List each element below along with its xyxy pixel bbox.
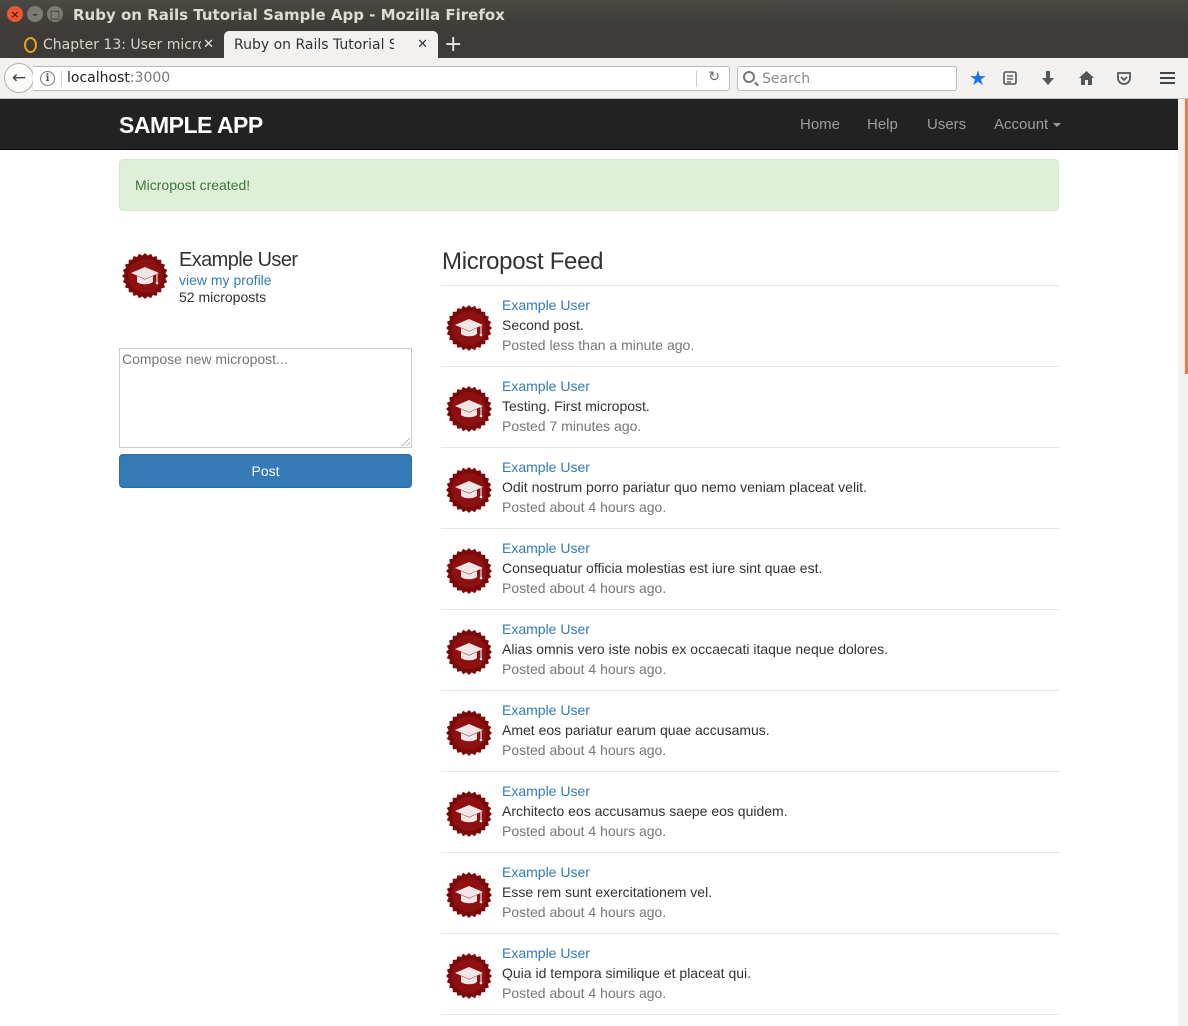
feed-item-timestamp: Posted 7 minutes ago. bbox=[502, 418, 642, 434]
gravatar-icon[interactable] bbox=[444, 708, 494, 758]
vertical-scrollbar[interactable] bbox=[1178, 99, 1188, 1026]
tab-close-icon[interactable]: ✕ bbox=[203, 37, 214, 52]
url-separator bbox=[696, 71, 697, 87]
reading-list-icon[interactable] bbox=[999, 67, 1021, 89]
feed-item-content: Esse rem sunt exercitationem vel. bbox=[502, 884, 713, 900]
micropost-feed: Example User Second post. Posted less than… bbox=[441, 286, 1059, 1015]
info-icon[interactable]: i bbox=[40, 71, 55, 86]
gravatar-icon[interactable] bbox=[444, 546, 494, 596]
feed-item: Example User Amet eos pariatur earum quae… bbox=[441, 691, 1059, 772]
gravatar-icon[interactable] bbox=[444, 384, 494, 434]
bookmark-star-icon[interactable]: ★ bbox=[967, 66, 989, 90]
window-maximize-button[interactable]: □ bbox=[47, 6, 63, 22]
feed-item-content: Second post. bbox=[502, 317, 584, 333]
gravatar-icon[interactable] bbox=[120, 251, 170, 301]
feed-item-timestamp: Posted about 4 hours ago. bbox=[502, 661, 667, 677]
gravatar-icon[interactable] bbox=[444, 627, 494, 677]
gravatar-icon[interactable] bbox=[444, 870, 494, 920]
browser-toolbar: ← i localhost:3000 ↻ Search ★ bbox=[0, 58, 1188, 99]
micropost-count: 52 microposts bbox=[179, 289, 267, 305]
feed-item-timestamp: Posted about 4 hours ago. bbox=[502, 823, 667, 839]
home-icon[interactable] bbox=[1075, 67, 1097, 89]
feed-item-user-link[interactable]: Example User bbox=[502, 540, 590, 556]
feed-item-timestamp: Posted about 4 hours ago. bbox=[502, 985, 667, 1001]
feed-item: Example User Second post. Posted less than… bbox=[441, 286, 1059, 367]
reload-icon[interactable]: ↻ bbox=[708, 69, 720, 85]
feed-item-user-link[interactable]: Example User bbox=[502, 783, 590, 799]
feed-item-content: Architecto eos accusamus saepe eos quide… bbox=[502, 803, 788, 819]
tab-sample-app[interactable]: Ruby on Rails Tutorial Sam ✕ bbox=[224, 31, 438, 58]
feed-item: Example User Alias omnis vero iste nobis … bbox=[441, 610, 1059, 691]
nav-account-dropdown[interactable]: Account bbox=[994, 116, 1062, 133]
url-bar[interactable]: i localhost:3000 ↻ bbox=[33, 66, 730, 91]
window-close-button[interactable]: × bbox=[7, 6, 23, 22]
view-profile-link[interactable]: view my profile bbox=[179, 272, 272, 288]
feed-item: Example User Architecto eos accusamus sae… bbox=[441, 772, 1059, 853]
feed-item-content: Alias omnis vero iste nobis ex occaecati… bbox=[502, 641, 888, 657]
feed-item-timestamp: Posted about 4 hours ago. bbox=[502, 499, 667, 515]
url-port: :3000 bbox=[129, 70, 171, 86]
gravatar-icon[interactable] bbox=[444, 465, 494, 515]
feed-item-user-link[interactable]: Example User bbox=[502, 621, 590, 637]
feed-item-timestamp: Posted less than a minute ago. bbox=[502, 337, 695, 353]
search-input[interactable]: Search bbox=[737, 66, 957, 91]
download-icon[interactable] bbox=[1037, 67, 1059, 89]
url-text[interactable]: localhost:3000 bbox=[67, 70, 170, 86]
tab-close-icon[interactable]: ✕ bbox=[417, 37, 428, 52]
feed-item-content: Amet eos pariatur earum quae accusamus. bbox=[502, 722, 770, 738]
search-placeholder: Search bbox=[762, 71, 811, 87]
feed-item-user-link[interactable]: Example User bbox=[502, 297, 590, 313]
url-separator bbox=[61, 71, 62, 87]
gravatar-icon[interactable] bbox=[444, 303, 494, 353]
feed-item-user-link[interactable]: Example User bbox=[502, 459, 590, 475]
pocket-icon[interactable] bbox=[1113, 67, 1135, 89]
feed-item-timestamp: Posted about 4 hours ago. bbox=[502, 742, 667, 758]
user-name: Example User bbox=[179, 249, 298, 271]
window-controls: × – □ bbox=[7, 6, 63, 22]
nav-account-label: Account bbox=[994, 116, 1049, 133]
page-viewport: SAMPLE APP Home Help Users Account Micro… bbox=[0, 99, 1188, 1026]
url-host: localhost bbox=[67, 70, 130, 86]
feed-item-content: Consequatur officia molestias est iure s… bbox=[502, 560, 823, 576]
tab-favicon-icon bbox=[24, 36, 37, 53]
feed-item-timestamp: Posted about 4 hours ago. bbox=[502, 580, 667, 596]
feed-item-user-link[interactable]: Example User bbox=[502, 945, 590, 961]
nav-users[interactable]: Users bbox=[927, 116, 966, 133]
flash-alert: Micropost created! bbox=[119, 159, 1059, 211]
feed-item: Example User Consequatur officia molestia… bbox=[441, 529, 1059, 610]
feed-item: Example User Quia id tempora similique et… bbox=[441, 934, 1059, 1015]
window-minimize-button[interactable]: – bbox=[27, 6, 43, 22]
site-logo[interactable]: SAMPLE APP bbox=[119, 112, 263, 139]
caret-down-icon bbox=[1053, 123, 1062, 128]
feed-item-timestamp: Posted about 4 hours ago. bbox=[502, 904, 667, 920]
textarea-resize-handle[interactable] bbox=[401, 437, 410, 446]
site-header: SAMPLE APP Home Help Users Account bbox=[0, 99, 1178, 150]
feed-item: Example User Odit nostrum porro pariatur … bbox=[441, 448, 1059, 529]
feed-item-content: Quia id tempora similique et placeat qui… bbox=[502, 965, 752, 981]
window-title: Ruby on Rails Tutorial Sample App - Mozi… bbox=[73, 6, 505, 24]
tab-label: Ruby on Rails Tutorial Sam bbox=[234, 36, 394, 53]
feed-title: Micropost Feed bbox=[442, 248, 604, 275]
new-tab-icon[interactable]: + bbox=[444, 32, 462, 57]
micropost-compose-input[interactable] bbox=[119, 348, 412, 448]
feed-item-user-link[interactable]: Example User bbox=[502, 378, 590, 394]
post-button[interactable]: Post bbox=[119, 454, 412, 488]
tab-strip: Chapter 13: User micro ✕ Ruby on Rails T… bbox=[0, 29, 1188, 58]
gravatar-icon[interactable] bbox=[444, 951, 494, 1001]
window-titlebar: × – □ Ruby on Rails Tutorial Sample App … bbox=[0, 0, 1188, 29]
feed-item-content: Odit nostrum porro pariatur quo nemo ven… bbox=[502, 479, 867, 495]
nav-help[interactable]: Help bbox=[867, 116, 898, 133]
back-icon[interactable]: ← bbox=[4, 63, 34, 93]
feed-item: Example User Esse rem sunt exercitationem… bbox=[441, 853, 1059, 934]
feed-item-user-link[interactable]: Example User bbox=[502, 702, 590, 718]
search-icon bbox=[743, 71, 755, 83]
tab-chapter-13[interactable]: Chapter 13: User micro ✕ bbox=[14, 31, 226, 58]
tab-label: Chapter 13: User micro bbox=[43, 36, 201, 53]
feed-item: Example User Testing. First micropost. Pos… bbox=[441, 367, 1059, 448]
menu-icon[interactable] bbox=[1156, 67, 1178, 89]
feed-item-user-link[interactable]: Example User bbox=[502, 864, 590, 880]
feed-item-content: Testing. First micropost. bbox=[502, 398, 650, 414]
nav-home[interactable]: Home bbox=[800, 116, 840, 133]
gravatar-icon[interactable] bbox=[444, 789, 494, 839]
